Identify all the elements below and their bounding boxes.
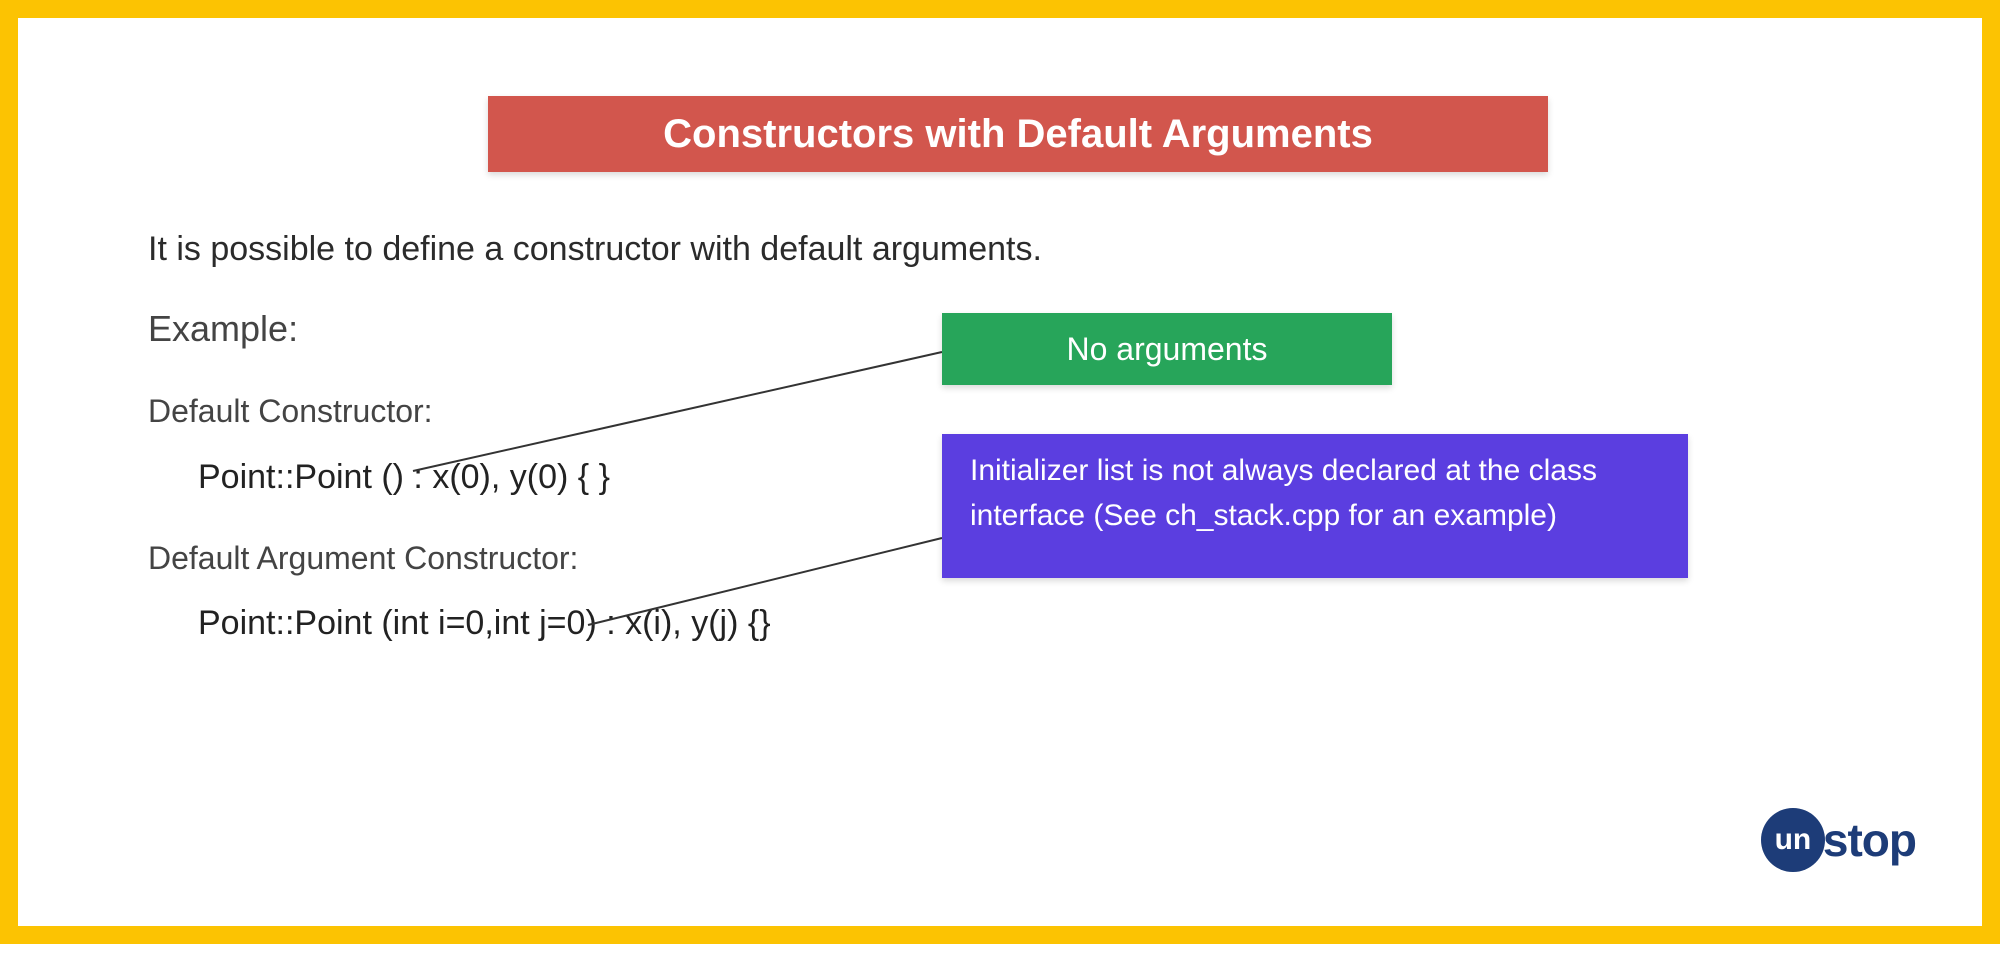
slide-title: Constructors with Default Arguments <box>488 96 1548 172</box>
slide-frame: Constructors with Default Arguments It i… <box>0 0 2000 944</box>
default-arg-constructor-label: Default Argument Constructor: <box>148 540 578 577</box>
callout-initializer-list: Initializer list is not always declared … <box>942 434 1688 578</box>
logo-text: stop <box>1823 813 1916 867</box>
logo-circle-icon: un <box>1761 808 1825 872</box>
example-label: Example: <box>148 308 298 350</box>
default-constructor-label: Default Constructor: <box>148 393 433 430</box>
brand-logo: un stop <box>1761 808 1916 872</box>
default-arg-constructor-code: Point::Point (int i=0,int j=0) : x(i), y… <box>198 604 771 643</box>
intro-text: It is possible to define a constructor w… <box>148 230 1042 269</box>
default-constructor-code: Point::Point () : x(0), y(0) { } <box>198 458 610 497</box>
callout-no-arguments: No arguments <box>942 313 1392 385</box>
